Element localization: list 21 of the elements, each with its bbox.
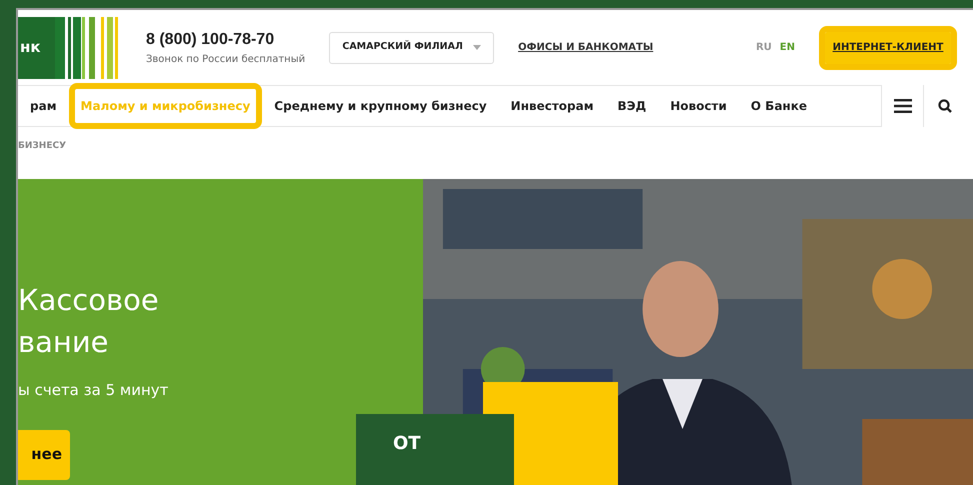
nav-link[interactable]: ВЭД [606,83,658,129]
nav-link[interactable]: О Банке [738,83,819,129]
phone-note: Звонок по России бесплатный [146,53,306,67]
nav-link[interactable]: Инвесторам [498,83,606,129]
nav-link[interactable]: Среднему и крупному бизнесу [262,83,499,129]
phone-number: 8 (800) 100-78-70 [146,30,276,50]
breadcrumb: БИЗНЕСУ [18,140,68,153]
caret-icon [472,45,481,50]
menu-icon [894,99,912,113]
hero-subtitle: ы счета за 5 минут [18,380,170,401]
nav-link[interactable]: Новости [658,83,739,129]
logo-text: нк [18,16,55,78]
hero-title: Кассовое вание [18,282,160,361]
offices-link[interactable]: ОФИСЫ И БАНКОМАТЫ [518,40,654,55]
internet-client-button[interactable]: ИНТЕРНЕТ-КЛИЕНТ [819,26,957,70]
branch-select[interactable]: САМАРСКИЙ ФИЛИАЛ [329,32,494,64]
price-prefix: ОТ [393,432,421,456]
more-button[interactable]: нее [18,430,70,480]
search-icon [938,99,952,113]
logo[interactable]: нк [18,16,122,78]
nav-link[interactable]: рам [18,83,68,129]
